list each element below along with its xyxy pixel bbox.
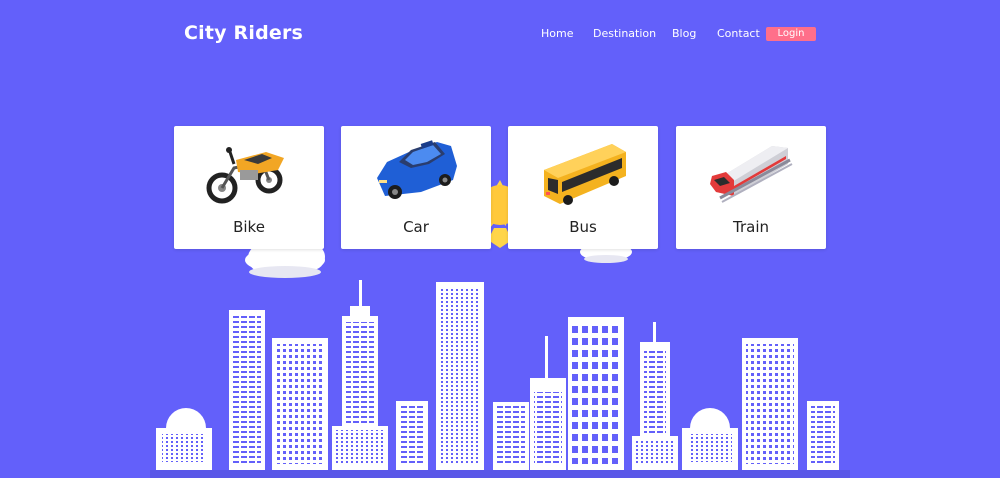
bus-icon (544, 144, 626, 205)
vehicle-card-bike[interactable]: Bike (174, 126, 324, 249)
motorbike-icon (206, 147, 284, 204)
vehicle-label-train: Train (733, 218, 769, 236)
vehicle-card-train[interactable]: Train (676, 126, 826, 249)
train-icon (710, 146, 793, 203)
city-skyline-illustration (150, 280, 850, 478)
vehicle-label-bus: Bus (569, 218, 597, 236)
vehicle-card-car[interactable]: Car (341, 126, 491, 249)
vehicle-label-car: Car (403, 218, 429, 236)
vehicle-label-bike: Bike (233, 218, 265, 236)
vehicle-card-bus[interactable]: Bus (508, 126, 658, 249)
car-icon (377, 140, 457, 199)
